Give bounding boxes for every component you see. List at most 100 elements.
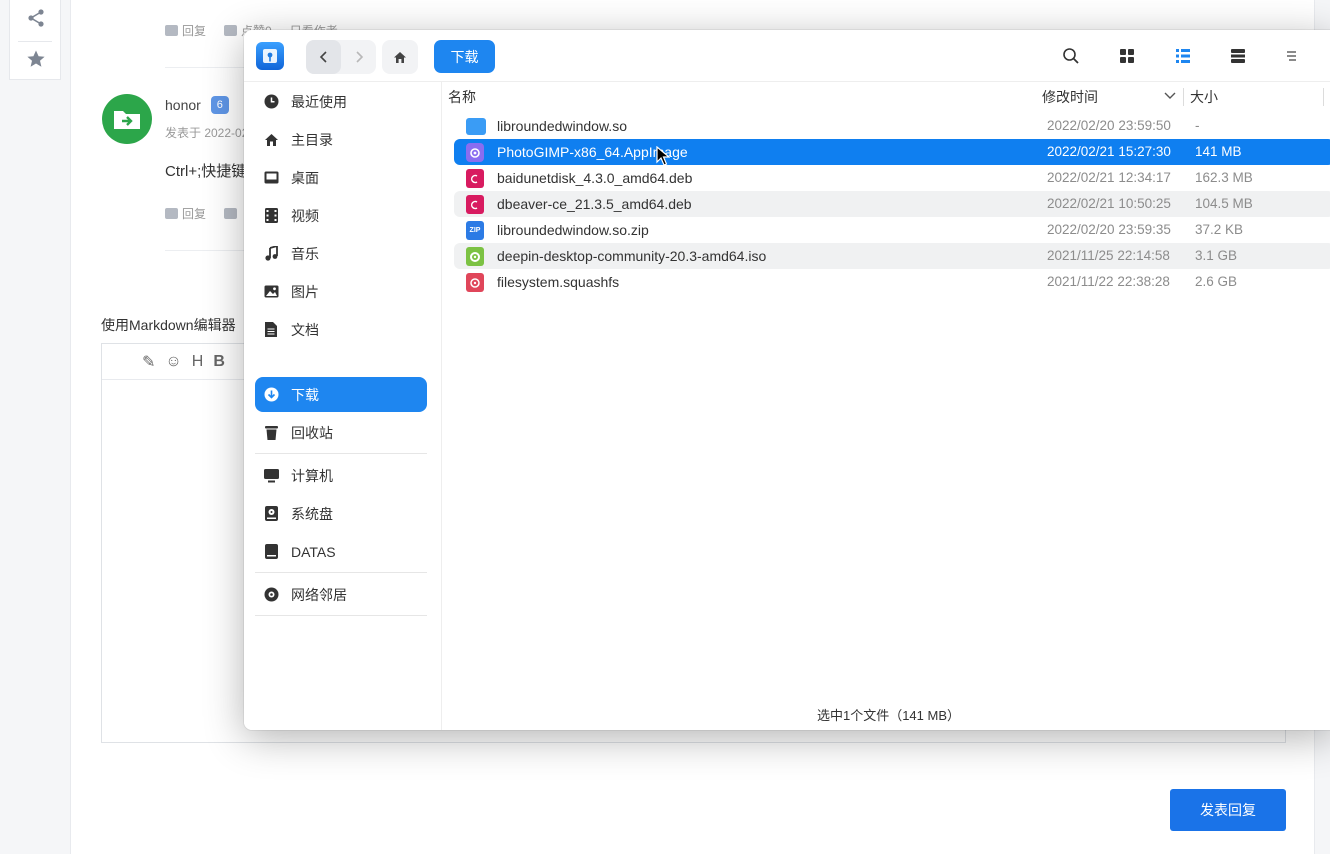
iso-disc-icon [466,247,484,266]
thumbs-up-icon [224,25,238,36]
posted-time: 发表于 2022-02 [165,126,249,140]
video-icon [263,208,279,224]
submit-reply-button[interactable]: 发表回复 [1170,789,1286,831]
desktop-icon [263,170,279,186]
column-header: 名称 修改时间 大小 [443,82,1330,110]
star-icon[interactable] [24,47,48,71]
zip-icon: ZIP [466,221,484,240]
file-modified: 2021/11/22 22:38:28 [1047,274,1170,289]
sidebar-item-label: 系统盘 [291,505,333,522]
sidebar-item-system-disk[interactable]: 系统盘 [255,496,427,531]
deb-package-icon [466,169,484,188]
file-row[interactable]: dbeaver-ce_21.3.5_amd64.deb 2022/02/21 1… [454,191,1330,217]
disk-icon [263,506,279,522]
places-sidebar: 最近使用 主目录 桌面 视频 音乐 图片 文档 下载 回收站 计算机 系统盘 D… [244,82,442,730]
mouse-pointer-icon [656,146,670,166]
share-icon[interactable] [24,6,48,30]
navigation-buttons [306,40,376,74]
sidebar-item-label: 主目录 [291,131,333,148]
file-size: 2.6 GB [1195,274,1238,289]
home-icon [263,132,279,148]
sidebar-item-network[interactable]: 网络邻居 [255,577,427,612]
sidebar-item-downloads[interactable]: 下载 [255,377,427,412]
column-divider [1183,88,1184,106]
squashfs-icon [466,273,484,292]
chevron-left-icon [319,51,327,63]
comment-like-link[interactable] [224,205,238,222]
sidebar-item-computer[interactable]: 计算机 [255,458,427,493]
column-name-header[interactable]: 名称 [448,87,476,107]
file-name: libroundedwindow.so [497,118,627,134]
heading-icon[interactable]: H [192,353,204,371]
file-row[interactable]: deepin-desktop-community-20.3-amd64.iso … [454,243,1330,269]
file-row-selected[interactable]: PhotoGIMP-x86_64.AppImage 2022/02/21 15:… [454,139,1330,165]
sidebar-item-videos[interactable]: 视频 [255,198,427,233]
file-modified: 2022/02/21 12:34:17 [1047,170,1171,185]
reply-link[interactable]: 回复 [165,22,206,39]
sidebar-item-recent[interactable]: 最近使用 [255,84,427,119]
tree-view-icon[interactable] [1226,44,1250,68]
sort-chevron-down-icon[interactable] [1164,92,1176,100]
file-modified: 2021/11/25 22:14:58 [1047,248,1170,263]
clock-icon [263,94,279,110]
icon-view-icon[interactable] [1115,44,1139,68]
file-row[interactable]: baidunetdisk_4.3.0_amd64.deb 2022/02/21 … [454,165,1330,191]
file-modified: 2022/02/20 23:59:50 [1047,118,1171,133]
file-size: 162.3 MB [1195,170,1253,185]
sidebar-item-label: 计算机 [291,467,333,484]
sidebar-item-music[interactable]: 音乐 [255,236,427,271]
home-icon [394,51,406,63]
column-divider [1323,88,1324,106]
file-size: 37.2 KB [1195,222,1244,237]
file-row[interactable]: ZIP libroundedwindow.so.zip 2022/02/20 2… [454,217,1330,243]
sidebar-item-label: DATAS [291,543,336,560]
file-name: libroundedwindow.so.zip [497,222,649,238]
folder-icon [466,118,486,135]
sidebar-divider [255,572,427,573]
file-name: dbeaver-ce_21.3.5_amd64.deb [497,196,692,212]
file-name: deepin-desktop-community-20.3-amd64.iso [497,248,767,264]
comment-icon [165,208,178,219]
sidebar-item-label: 音乐 [291,245,319,262]
drive-icon [263,544,279,560]
file-row[interactable]: filesystem.squashfs 2021/11/22 22:38:28 … [454,269,1330,295]
comment-body: Ctrl+;快捷键 [165,163,247,180]
list-view-icon[interactable] [1171,44,1195,68]
search-icon[interactable] [1059,44,1083,68]
home-button[interactable] [382,40,418,74]
picture-icon [263,284,279,300]
sidebar-item-home[interactable]: 主目录 [255,122,427,157]
sidebar-item-trash[interactable]: 回收站 [255,415,427,450]
breadcrumb-downloads[interactable]: 下载 [434,40,495,73]
file-manager-logo-icon [256,42,284,70]
comment-reply-link[interactable]: 回复 [165,205,206,222]
emoji-icon[interactable]: ☺ [165,353,181,371]
forward-button[interactable] [341,40,376,74]
sidebar-item-datas[interactable]: DATAS [255,534,427,569]
avatar[interactable] [102,94,152,144]
deb-package-icon [466,195,484,214]
file-size: - [1195,118,1200,133]
music-icon [263,246,279,262]
status-bar: 选中1个文件（141 MB） [816,708,961,723]
sidebar-item-pictures[interactable]: 图片 [255,274,427,309]
column-modified-header[interactable]: 修改时间 [1042,87,1098,107]
bold-icon[interactable]: B [213,353,225,371]
sidebar-item-label: 下载 [291,386,319,403]
menu-icon[interactable] [1279,44,1303,68]
edit-icon[interactable]: ✎ [142,352,155,372]
sidebar-item-desktop[interactable]: 桌面 [255,160,427,195]
sidebar-item-label: 桌面 [291,169,319,186]
appimage-icon [466,143,484,162]
chevron-right-icon [355,51,363,63]
file-name: baidunetdisk_4.3.0_amd64.deb [497,170,693,186]
comment-author: honor 6 [165,96,229,114]
sidebar-item-documents[interactable]: 文档 [255,312,427,347]
network-icon [263,587,279,603]
file-row[interactable]: libroundedwindow.so 2022/02/20 23:59:50 … [454,113,1330,139]
column-size-header[interactable]: 大小 [1190,87,1218,107]
sidebar-item-label: 视频 [291,207,319,224]
file-chooser-dialog: 下载 最近使用 主目录 桌面 视频 音乐 图片 文档 下载 回收站 计算机 系统… [244,30,1330,730]
author-name[interactable]: honor [165,97,201,113]
back-button[interactable] [306,40,341,74]
